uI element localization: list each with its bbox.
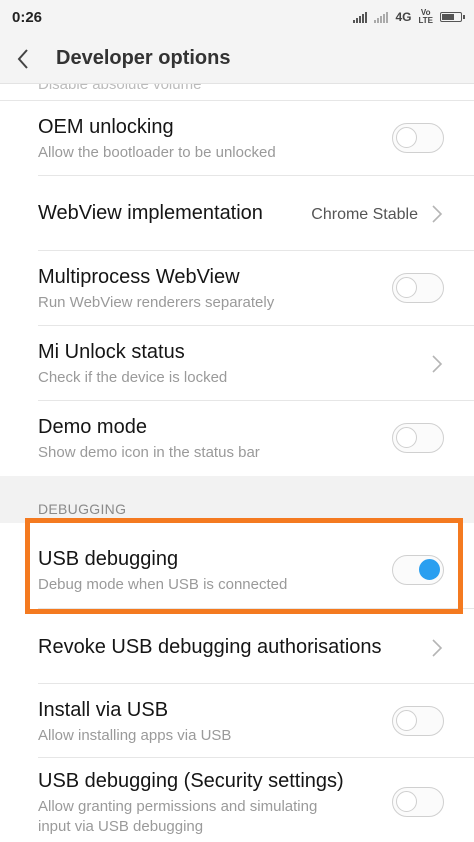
- setting-title: USB debugging (Security settings): [38, 770, 344, 792]
- setting-title: Demo mode: [38, 416, 147, 438]
- cut-off-setting-row[interactable]: Disable absolute volume: [0, 84, 474, 101]
- status-time: 0:26: [12, 8, 43, 26]
- setting-title: Install via USB: [38, 699, 169, 721]
- status-bar: 0:26 4G Vo LTE: [0, 0, 474, 34]
- setting-subtitle: Allow installing apps via USB: [38, 727, 232, 744]
- setting-subtitle: Check if the device is locked: [38, 369, 228, 386]
- battery-icon: [440, 12, 465, 22]
- setting-subtitle: Show demo icon in the status bar: [38, 444, 260, 461]
- section-header-debugging: DEBUGGING: [38, 501, 127, 517]
- setting-install-via-usb[interactable]: Install via USB Allow installing apps vi…: [0, 684, 474, 758]
- status-icons: 4G Vo LTE: [353, 9, 465, 25]
- setting-subtitle: Run WebView renderers separately: [38, 294, 275, 311]
- cut-off-setting-label: Disable absolute volume: [38, 84, 202, 93]
- oem-unlocking-toggle[interactable]: [392, 123, 444, 153]
- setting-title: OEM unlocking: [38, 116, 174, 138]
- back-icon[interactable]: [0, 34, 46, 84]
- setting-usb-debugging-security[interactable]: USB debugging (Security settings) Allow …: [0, 758, 474, 842]
- chevron-right-icon: [432, 205, 443, 223]
- signal-strength-secondary-icon: [374, 11, 389, 23]
- app-bar: Developer options: [0, 34, 474, 84]
- setting-title: Revoke USB debugging authorisations: [38, 636, 382, 658]
- webview-value: Chrome Stable: [311, 206, 418, 223]
- demo-mode-toggle[interactable]: [392, 423, 444, 453]
- network-type: 4G: [395, 10, 412, 24]
- multiprocess-webview-toggle[interactable]: [392, 273, 444, 303]
- setting-title: WebView implementation: [38, 202, 263, 224]
- settings-group-main: OEM unlocking Allow the bootloader to be…: [0, 101, 474, 476]
- volte-icon: Vo LTE: [418, 9, 433, 25]
- install-via-usb-toggle[interactable]: [392, 706, 444, 736]
- setting-revoke-usb-authorisations[interactable]: Revoke USB debugging authorisations: [0, 609, 474, 684]
- setting-title: Multiprocess WebView: [38, 266, 240, 288]
- chevron-right-icon: [432, 355, 443, 373]
- chevron-right-icon: [432, 639, 443, 657]
- setting-multiprocess-webview[interactable]: Multiprocess WebView Run WebView rendere…: [0, 251, 474, 326]
- setting-subtitle-line1: Allow granting permissions and simulatin…: [38, 798, 318, 815]
- setting-mi-unlock-status[interactable]: Mi Unlock status Check if the device is …: [0, 326, 474, 401]
- setting-subtitle: Allow the bootloader to be unlocked: [38, 144, 276, 161]
- highlight-frame: [25, 518, 463, 614]
- page-title: Developer options: [56, 47, 231, 69]
- volte-bottom: LTE: [418, 16, 433, 25]
- setting-subtitle-line2: input via USB debugging: [38, 818, 204, 835]
- setting-oem-unlocking[interactable]: OEM unlocking Allow the bootloader to be…: [0, 101, 474, 176]
- setting-demo-mode[interactable]: Demo mode Show demo icon in the status b…: [0, 401, 474, 476]
- signal-strength-icon: [353, 11, 368, 23]
- usb-debugging-security-toggle[interactable]: [392, 787, 444, 817]
- setting-title: Mi Unlock status: [38, 341, 185, 363]
- setting-webview-implementation[interactable]: WebView implementation Chrome Stable: [0, 176, 474, 251]
